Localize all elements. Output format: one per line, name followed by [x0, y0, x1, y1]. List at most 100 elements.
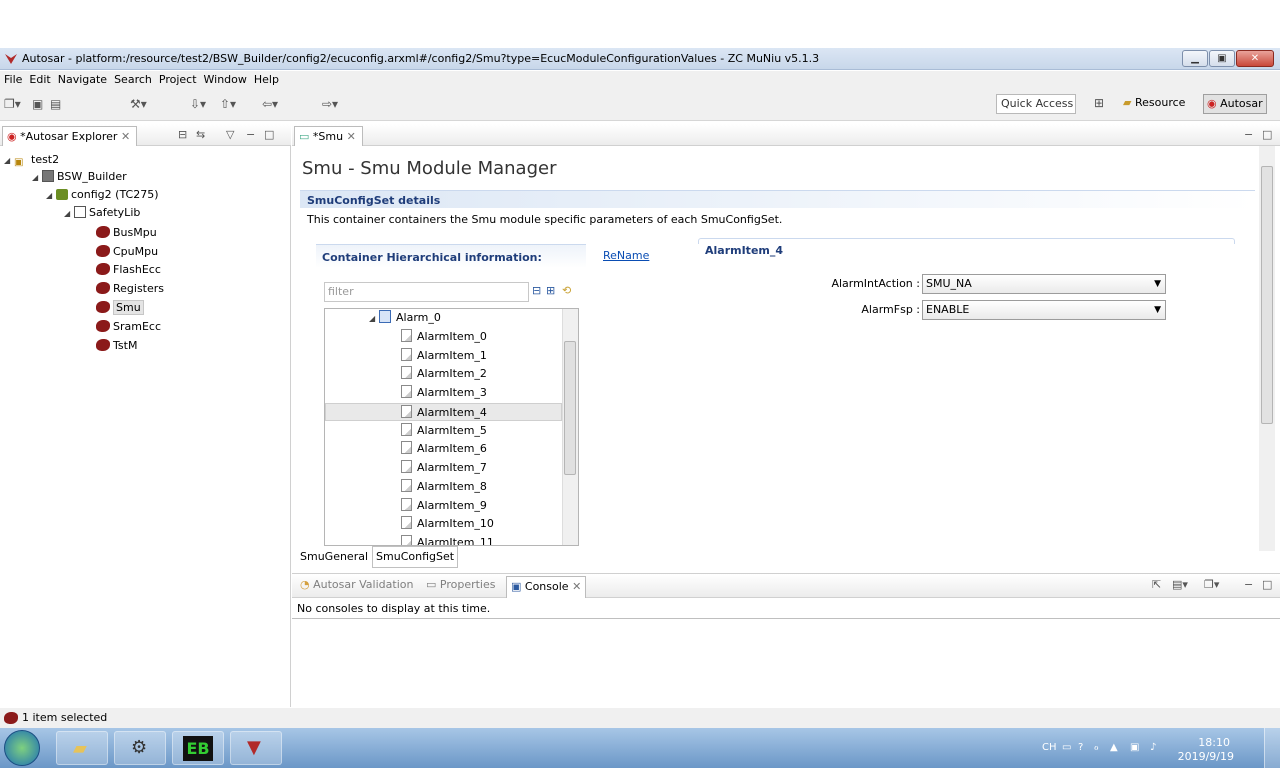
collapse-all-icon[interactable]: ⊟: [532, 284, 541, 297]
perspective-autosar-button[interactable]: ◉ Autosar: [1203, 94, 1267, 114]
maximize-button[interactable]: ▣: [1209, 50, 1235, 67]
tree-item-alarmitem8[interactable]: AlarmItem_8: [401, 478, 487, 496]
clock-time[interactable]: 18:10: [1198, 736, 1230, 749]
volume-icon[interactable]: ♪: [1150, 742, 1156, 753]
minimize-view-icon[interactable]: −: [246, 128, 255, 141]
minimize-view-icon[interactable]: −: [1244, 578, 1253, 591]
menu-project[interactable]: Project: [159, 71, 197, 89]
view-menu-icon[interactable]: ▽: [226, 128, 234, 141]
filter-input[interactable]: filter: [324, 282, 529, 302]
taskbar-explorer[interactable]: ▰: [56, 731, 108, 765]
tab-properties[interactable]: ▭ Properties: [426, 578, 495, 591]
taskbar-muniu[interactable]: ▼: [230, 731, 282, 765]
status-bar: 1 item selected: [0, 708, 1280, 728]
tab-smu[interactable]: ▭ *Smu ✕: [294, 126, 363, 146]
save-icon[interactable]: ▣: [32, 97, 43, 111]
collapse-all-icon[interactable]: ⊟: [178, 128, 187, 141]
tab-smu-general[interactable]: SmuGeneral: [296, 546, 373, 568]
alarm-fsp-select[interactable]: ENABLE ▼: [922, 300, 1166, 320]
close-tab-icon[interactable]: ✕: [347, 130, 356, 143]
network-icon[interactable]: ▣: [1130, 742, 1139, 753]
tree-item-busmpu[interactable]: BusMpu: [96, 224, 157, 242]
tree-item-smu[interactable]: Smu: [96, 299, 144, 317]
minimize-editor-icon[interactable]: −: [1244, 128, 1253, 141]
expand-icon[interactable]: ◢: [64, 205, 74, 223]
quick-access-input[interactable]: Quick Access: [996, 94, 1076, 114]
tree-item-registers[interactable]: Registers: [96, 280, 164, 298]
menu-window[interactable]: Window: [204, 71, 247, 89]
tab-smu-configset[interactable]: SmuConfigSet: [372, 546, 459, 568]
tree-item-alarmitem10[interactable]: AlarmItem_10: [401, 515, 494, 533]
save-all-icon[interactable]: ▤: [50, 97, 61, 111]
pin-console-icon[interactable]: ⇱: [1152, 578, 1161, 591]
menu-file[interactable]: File: [4, 71, 22, 89]
rename-link[interactable]: ReName: [603, 249, 649, 262]
taskbar-app2[interactable]: ⚙: [114, 731, 166, 765]
maximize-view-icon[interactable]: □: [1262, 578, 1272, 591]
close-tab-icon[interactable]: ✕: [121, 130, 130, 143]
alarm-int-action-select[interactable]: SMU_NA ▼: [922, 274, 1166, 294]
close-tab-icon[interactable]: ✕: [572, 580, 581, 593]
expand-icon[interactable]: ◢: [32, 169, 42, 187]
tree-item-config2[interactable]: ◢ config2 (TC275): [46, 186, 159, 204]
tree-item-flashecc[interactable]: FlashEcc: [96, 261, 161, 279]
tree-item-alarmitem2[interactable]: AlarmItem_2: [401, 365, 487, 383]
open-perspective-icon[interactable]: ⊞: [1094, 96, 1104, 110]
back-arrow-icon[interactable]: ⇦▾: [262, 97, 278, 111]
tree-item-test2[interactable]: ◢ ▣ test2: [4, 151, 59, 169]
tree-scrollbar[interactable]: [562, 309, 578, 545]
tree-item-safetylib[interactable]: ◢ SafetyLib: [64, 204, 140, 222]
tab-autosar-validation[interactable]: ◔ Autosar Validation: [300, 578, 413, 591]
tree-scrollbar-thumb[interactable]: [564, 341, 576, 475]
open-console-icon[interactable]: ❐▾: [1204, 578, 1219, 591]
tree-item-alarmitem4[interactable]: AlarmItem_4: [325, 403, 562, 421]
prev-annotation-icon[interactable]: ⇩▾: [190, 97, 206, 111]
menu-edit[interactable]: Edit: [29, 71, 50, 89]
tree-item-alarmitem6[interactable]: AlarmItem_6: [401, 440, 487, 458]
tree-item-alarmitem11[interactable]: AlarmItem_11: [401, 534, 494, 545]
link-editor-icon[interactable]: ⇆: [196, 128, 205, 141]
tree-item-alarm0[interactable]: ◢ Alarm_0: [369, 309, 441, 327]
display-console-icon[interactable]: ▤▾: [1172, 578, 1188, 591]
expand-icon[interactable]: ◢: [46, 187, 56, 205]
expand-icon[interactable]: ◢: [4, 152, 14, 170]
show-desktop-button[interactable]: [1264, 728, 1280, 768]
menu-help[interactable]: Help: [254, 71, 279, 89]
expand-all-icon[interactable]: ⊞: [546, 284, 555, 297]
ime-indicator[interactable]: CH: [1042, 742, 1057, 753]
tree-item-alarmitem3[interactable]: AlarmItem_3: [401, 384, 487, 402]
tree-item-alarmitem9[interactable]: AlarmItem_9: [401, 497, 487, 515]
help-icon[interactable]: ?: [1078, 742, 1083, 753]
maximize-view-icon[interactable]: □: [264, 128, 274, 141]
tree-item-alarmitem0[interactable]: AlarmItem_0: [401, 328, 487, 346]
tree-item-alarmitem1[interactable]: AlarmItem_1: [401, 347, 487, 365]
tab-autosar-explorer[interactable]: ◉ *Autosar Explorer ✕: [2, 126, 138, 146]
editor-scrollbar-thumb[interactable]: [1261, 166, 1273, 424]
perspective-resource-button[interactable]: ▰ Resource: [1120, 94, 1188, 114]
menu-search[interactable]: Search: [114, 71, 152, 89]
maximize-editor-icon[interactable]: □: [1262, 128, 1272, 141]
tree-item-bsw-builder[interactable]: ◢ BSW_Builder: [32, 168, 127, 186]
build-icon[interactable]: ⚒▾: [130, 97, 147, 111]
new-icon[interactable]: ❐▾: [4, 97, 21, 111]
forward-arrow-icon[interactable]: ⇨▾: [322, 97, 338, 111]
sync-icon[interactable]: ⟲: [562, 284, 571, 297]
clock-date[interactable]: 2019/9/19: [1178, 750, 1234, 763]
tree-item-alarmitem5[interactable]: AlarmItem_5: [401, 422, 487, 440]
tree-item-sramecc[interactable]: SramEcc: [96, 318, 161, 336]
start-button[interactable]: [4, 730, 40, 766]
close-button[interactable]: ✕: [1236, 50, 1274, 67]
expand-icon[interactable]: ◢: [369, 310, 379, 328]
next-annotation-icon[interactable]: ⇧▾: [220, 97, 236, 111]
minimize-button[interactable]: ▁: [1182, 50, 1208, 67]
keyboard-icon[interactable]: ▭: [1062, 742, 1071, 753]
tree-item-cpumpu[interactable]: CpuMpu: [96, 243, 158, 261]
tray-arrow-icon[interactable]: ▲: [1110, 742, 1118, 753]
tree-item-tstm[interactable]: TstM: [96, 337, 137, 355]
tab-console[interactable]: ▣ Console ✕: [506, 576, 587, 598]
pen-icon[interactable]: ℴ: [1094, 742, 1099, 753]
editor-scrollbar[interactable]: [1259, 146, 1275, 551]
taskbar-eb[interactable]: EB: [172, 731, 224, 765]
tree-item-alarmitem7[interactable]: AlarmItem_7: [401, 459, 487, 477]
menu-navigate[interactable]: Navigate: [58, 71, 107, 89]
